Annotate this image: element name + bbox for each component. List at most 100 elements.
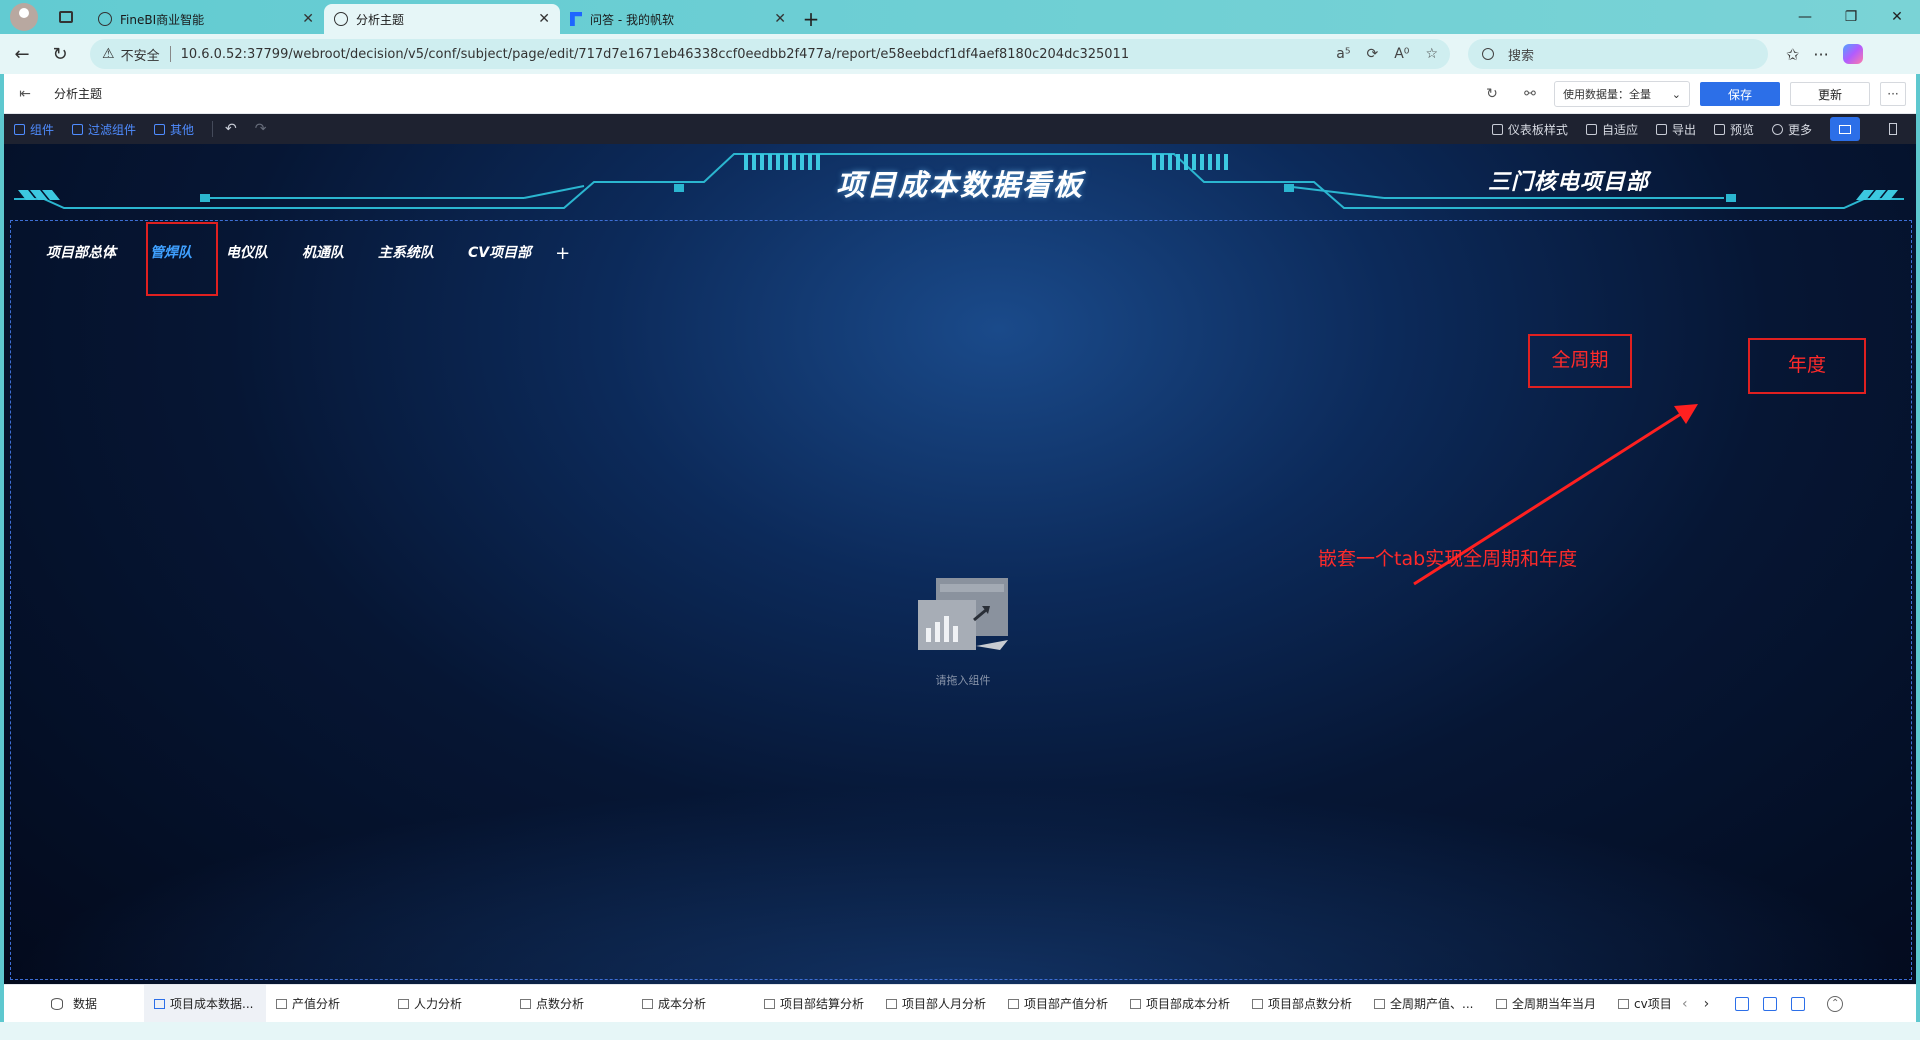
refresh-extension-icon[interactable]: ⟳ (1367, 46, 1379, 62)
tab-cv-project[interactable]: CV项目部 (468, 242, 531, 264)
tab-electrical[interactable]: 电仪队 (226, 242, 268, 264)
share-link-icon[interactable]: ⚯ (1516, 80, 1544, 108)
tab-overall[interactable]: 项目部总体 (46, 242, 116, 264)
url-text[interactable]: 10.6.0.52:37799/webroot/decision/v5/conf… (181, 47, 1321, 62)
filter-component-button[interactable]: 过滤组件 (72, 121, 136, 138)
chart-icon (276, 998, 287, 1009)
close-icon[interactable]: ✕ (774, 11, 786, 27)
warning-icon: ⚠ (102, 46, 115, 62)
favorites-icon[interactable]: ✩ (1786, 45, 1799, 64)
sheet-tab[interactable]: 项目部点数分析 (1242, 985, 1364, 1023)
sheet-tab[interactable]: 项目部人月分析 (876, 985, 998, 1023)
auto-fit-icon (1585, 123, 1597, 135)
data-tab[interactable]: 数据 (4, 995, 144, 1012)
data-amount-select[interactable]: 使用数据量：全量 ⌄ (1554, 81, 1690, 107)
component-icon (14, 123, 25, 135)
add-dashboard-icon[interactable] (1763, 996, 1778, 1011)
mobile-view-button[interactable] (1878, 117, 1908, 141)
browser-tab-analysis[interactable]: 分析主题 ✕ (324, 4, 560, 34)
browser-tab-finebi[interactable]: FineBI商业智能 ✕ (88, 4, 324, 34)
sheet-tab[interactable]: 人力分析 (388, 985, 510, 1023)
refresh-icon[interactable]: ↻ (1478, 80, 1506, 108)
add-report-icon[interactable] (1791, 996, 1806, 1011)
chart-icon (520, 998, 531, 1009)
sheet-tab[interactable]: 项目成本数据... (144, 984, 266, 1023)
save-button[interactable]: 保存 (1700, 82, 1780, 106)
drop-placeholder[interactable]: 请拖入组件 (916, 576, 1010, 687)
chevron-left-icon[interactable]: ‹ (1682, 996, 1688, 1012)
app-header: ⇤ 分析主题 ↻ ⚯ 使用数据量：全量 ⌄ 保存 更新 ··· (4, 74, 1916, 114)
sheet-tab[interactable]: 产值分析 (266, 985, 388, 1023)
sheet-tab[interactable]: cv项目 (1608, 985, 1676, 1023)
menu-dots-icon[interactable]: ··· (1813, 45, 1828, 64)
full-cycle-label: 全周期 (1551, 349, 1609, 371)
close-icon[interactable]: ✕ (302, 11, 314, 27)
new-tab-button[interactable]: + (796, 4, 826, 34)
address-bar[interactable]: ⚠ 不安全 10.6.0.52:37799/webroot/decision/v… (90, 39, 1450, 69)
search-icon (1482, 48, 1494, 60)
close-icon[interactable]: ✕ (538, 11, 550, 27)
undo-icon[interactable]: ↶ (225, 121, 237, 137)
component-button[interactable]: 组件 (14, 121, 54, 138)
highlight-active-tab-box (146, 222, 218, 296)
insecure-label: 不安全 (120, 48, 160, 64)
browser-tab-title: FineBI商业智能 (120, 12, 205, 27)
browser-tabstrip: FineBI商业智能 ✕ 分析主题 ✕ 问答 - 我的帆软 ✕ + — ❐ ✕ (0, 0, 1920, 34)
other-button[interactable]: 其他 (154, 121, 194, 138)
desktop-view-button[interactable] (1830, 117, 1860, 141)
monitor-icon (1839, 124, 1851, 134)
chart-icon (1252, 998, 1263, 1009)
more-button[interactable]: 更多 (1771, 121, 1812, 138)
globe-icon (98, 12, 112, 26)
copilot-icon[interactable] (1842, 44, 1863, 64)
auto-fit-button[interactable]: 自适应 (1585, 121, 1638, 138)
sheet-tab[interactable]: 全周期产值、... (1364, 985, 1486, 1023)
dashboard-canvas[interactable]: 项目成本数据看板 三门核电项目部 项目部总体 管焊队 电仪队 机通队 主系统队 … (4, 144, 1916, 984)
data-amount-value: 使用数据量：全量 (1563, 88, 1651, 101)
restore-icon[interactable]: ❐ (1828, 0, 1874, 34)
dashboard-style-button[interactable]: 仪表板样式 (1491, 121, 1568, 138)
collapse-up-icon[interactable]: ⌃ (1827, 995, 1844, 1012)
add-tab-button[interactable]: + (555, 243, 570, 264)
exit-icon[interactable]: ⇤ (4, 86, 46, 102)
tab-mechanical[interactable]: 机通队 (302, 242, 344, 264)
preview-button[interactable]: 预览 (1713, 121, 1754, 138)
tab-main-system[interactable]: 主系统队 (378, 242, 434, 264)
sheet-tab[interactable]: 项目部成本分析 (1120, 985, 1242, 1023)
browser-search-box[interactable]: 搜索 (1468, 39, 1768, 69)
translate-icon[interactable]: a⁵ (1336, 46, 1350, 62)
favorite-star-icon[interactable]: ☆ (1425, 46, 1438, 62)
tab-actions-icon[interactable] (52, 3, 80, 31)
chart-icon (1496, 998, 1507, 1009)
dashboard-tab-bar: 项目部总体 管焊队 电仪队 机通队 主系统队 CV项目部 + (46, 242, 570, 264)
sheet-tab[interactable]: 全周期当年当月 (1486, 985, 1608, 1023)
style-icon (1491, 123, 1503, 135)
update-button[interactable]: 更新 (1790, 82, 1870, 106)
browser-tab-qa[interactable]: 问答 - 我的帆软 ✕ (560, 4, 796, 34)
chevron-right-icon[interactable]: › (1704, 996, 1710, 1012)
chart-icon (398, 998, 409, 1009)
profile-avatar-icon[interactable] (10, 3, 38, 31)
reload-icon[interactable]: ↻ (44, 38, 76, 70)
year-box: 年度 (1748, 338, 1866, 394)
read-aloud-icon[interactable]: A⁰ (1394, 46, 1409, 62)
department-title: 三门核电项目部 (1488, 170, 1650, 195)
editor-toolbar: 组件 过滤组件 其他 ↶ ↷ 仪表板样式 自适应 导出 预览 更多 (4, 114, 1916, 144)
sheet-tab[interactable]: 成本分析 (632, 985, 754, 1023)
chart-icon (1374, 998, 1385, 1009)
full-cycle-box: 全周期 (1528, 334, 1632, 388)
sheet-tab[interactable]: 项目部结算分析 (754, 985, 876, 1023)
close-window-icon[interactable]: ✕ (1874, 0, 1920, 34)
chart-icon (1618, 998, 1629, 1009)
window-controls: — ❐ ✕ (1782, 0, 1920, 34)
dashboard-icon (154, 998, 165, 1009)
add-chart-icon[interactable] (1735, 996, 1750, 1011)
back-arrow-icon[interactable]: ← (6, 38, 38, 70)
more-options-button[interactable]: ··· (1880, 82, 1906, 106)
sheet-tab[interactable]: 点数分析 (510, 985, 632, 1023)
sheet-tab[interactable]: 项目部产值分析 (998, 985, 1120, 1023)
redo-icon[interactable]: ↷ (255, 121, 267, 137)
phone-icon (1889, 123, 1897, 135)
export-button[interactable]: 导出 (1655, 121, 1696, 138)
minimize-icon[interactable]: — (1782, 0, 1828, 34)
